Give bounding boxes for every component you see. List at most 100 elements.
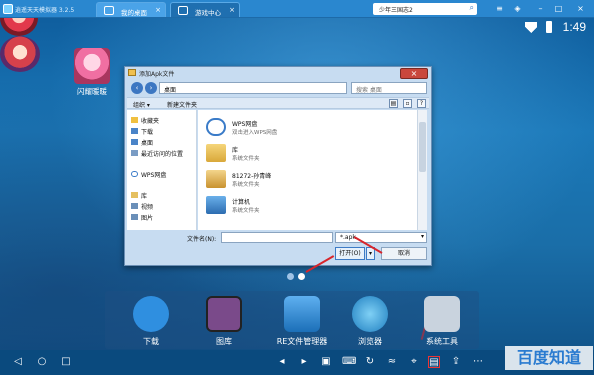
nav-videos[interactable]: 视频 — [131, 202, 153, 211]
organize-menu[interactable]: 组织 ▾ — [133, 100, 150, 109]
cancel-button[interactable]: 取消 — [381, 247, 427, 260]
page-indicator-dot[interactable] — [287, 273, 294, 280]
gallery-icon — [206, 296, 242, 332]
nav-wps-cloud[interactable]: WPS网盘 — [131, 170, 166, 179]
cloud-icon — [206, 118, 226, 136]
nav-downloads[interactable]: 下载 — [131, 127, 153, 136]
tab-close-icon[interactable]: × — [229, 6, 235, 14]
nav-label: 下载 — [141, 129, 154, 136]
tab-label: 我的桌面 — [121, 9, 147, 17]
recent-apps-icon[interactable]: □ — [60, 356, 72, 368]
dialog-navigation-pane: 收藏夹 下载 桌面 最近访问的位置 WPS网盘 库 视频 图片 — [127, 110, 197, 230]
file-item-user-folder[interactable]: 81272-孙青峰 系统文件夹 — [206, 168, 406, 192]
file-description: 系统文件夹 — [232, 208, 260, 214]
volume-up-icon[interactable]: ▸ — [298, 356, 310, 368]
dialog-close-button[interactable]: × — [400, 68, 428, 79]
scrollbar-thumb[interactable] — [419, 122, 426, 172]
dock-app-browser[interactable]: 浏览器 — [340, 296, 400, 347]
forward-arrow-icon[interactable]: › — [145, 82, 157, 94]
re-file-manager-icon — [284, 296, 320, 332]
filename-label: 文件名(N): — [187, 236, 217, 243]
keyboard-icon[interactable]: ⌨ — [342, 356, 356, 368]
nav-label: 库 — [141, 193, 148, 200]
file-name: 库 — [232, 147, 239, 154]
dock-app-download[interactable]: 下载 — [121, 296, 181, 347]
back-icon[interactable]: ◁ — [12, 356, 24, 368]
tab-my-desktop[interactable]: 我的桌面 × — [96, 2, 166, 17]
address-bar[interactable]: 桌面 — [159, 82, 347, 94]
page-indicator-dot-active[interactable] — [298, 273, 305, 280]
maximize-button[interactable]: □ — [553, 3, 564, 14]
share-folder-icon[interactable]: ⇪ — [450, 356, 462, 368]
file-item-wps-cloud[interactable]: WPS网盘 双击进入WPS网盘 — [206, 116, 406, 140]
video-library-icon — [131, 203, 138, 209]
apk-install-icon[interactable]: ▤ — [428, 356, 440, 368]
app-label: 下载 — [143, 337, 159, 346]
nav-label: 视频 — [141, 204, 154, 211]
location-icon[interactable]: ⌖ — [408, 356, 420, 368]
shake-icon[interactable]: ≈ — [386, 356, 398, 368]
dock-app-re-file-manager[interactable]: RE文件管理器 — [267, 296, 337, 347]
nav-label: 最近访问的位置 — [141, 151, 184, 158]
nav-pictures[interactable]: 图片 — [131, 213, 153, 222]
download-icon — [133, 296, 169, 332]
minimize-button[interactable]: – — [535, 3, 546, 14]
file-item-libraries[interactable]: 库 系统文件夹 — [206, 142, 406, 166]
more-icon[interactable]: ⋯ — [472, 356, 484, 368]
file-type-select[interactable]: *.apk ▾ — [335, 232, 427, 243]
baidu-zhidao-watermark: 百度知道 — [505, 346, 593, 370]
user-folder-icon — [206, 170, 226, 188]
library-icon — [131, 192, 138, 198]
dock-app-gallery[interactable]: 图库 — [194, 296, 254, 347]
app-shining-nikki[interactable]: 闪耀暖暖 — [72, 48, 112, 97]
dialog-search-placeholder: 搜索 桌面 — [356, 87, 382, 94]
browser-icon — [352, 296, 388, 332]
home-icon[interactable]: ○ — [36, 356, 48, 368]
wifi-icon — [525, 22, 537, 33]
file-item-computer[interactable]: 计算机 系统文件夹 — [206, 194, 406, 218]
computer-icon — [206, 196, 226, 214]
nav-desktop[interactable]: 桌面 — [131, 138, 153, 147]
nav-libraries[interactable]: 库 — [131, 191, 147, 200]
preview-pane-icon[interactable]: ▫ — [403, 99, 412, 108]
emulator-search-input[interactable]: 少年三国志2 ⌕ — [373, 3, 477, 15]
app-label: 闪耀暖暖 — [77, 87, 107, 96]
close-button[interactable]: × — [575, 3, 586, 14]
new-folder-button[interactable]: 新建文件夹 — [167, 100, 197, 109]
skin-icon[interactable]: ◈ — [512, 3, 523, 14]
nav-label: 收藏夹 — [141, 118, 160, 125]
file-name: WPS网盘 — [232, 121, 258, 128]
star-icon — [131, 117, 138, 123]
emulator-titlebar: 逍遥天天模拟器 3.2.5 我的桌面 × 游戏中心 × 少年三国志2 ⌕ ≡ ◈… — [0, 0, 594, 18]
open-button[interactable]: 打开(O) — [335, 247, 365, 260]
status-time: 1:49 — [562, 20, 586, 34]
gamepad-icon — [178, 6, 188, 15]
shining-nikki-icon — [74, 48, 110, 84]
view-options-icon[interactable]: ▤ — [389, 99, 398, 108]
emulator-title: 逍遥天天模拟器 3.2.5 — [15, 7, 75, 14]
picture-library-icon — [131, 214, 138, 220]
system-tools-folder-icon — [424, 296, 460, 332]
nav-label: 图片 — [141, 215, 154, 222]
back-arrow-icon[interactable]: ‹ — [131, 82, 143, 94]
nav-favorites[interactable]: 收藏夹 — [131, 116, 159, 125]
file-list: WPS网盘 双击进入WPS网盘 库 系统文件夹 81272-孙青峰 系统文件夹 … — [198, 110, 417, 230]
nav-recent-places[interactable]: 最近访问的位置 — [131, 149, 183, 158]
tab-game-center[interactable]: 游戏中心 × — [170, 2, 240, 17]
filename-input[interactable] — [221, 232, 333, 243]
rotate-icon[interactable]: ↻ — [364, 356, 376, 368]
folder-icon — [128, 69, 136, 76]
search-icon[interactable]: ⌕ — [470, 3, 474, 13]
volume-down-icon[interactable]: ◂ — [276, 356, 288, 368]
android-status-bar: 1:49 — [0, 18, 594, 38]
menu-icon[interactable]: ≡ — [494, 3, 505, 14]
library-folder-icon — [206, 144, 226, 162]
tab-label: 游戏中心 — [195, 9, 221, 17]
help-icon[interactable]: ? — [417, 99, 426, 108]
dialog-search-input[interactable]: 搜索 桌面 — [351, 82, 427, 94]
dock-app-system-tools[interactable]: 系统工具 — [412, 296, 472, 347]
dialog-navigation: ‹ › 桌面 搜索 桌面 — [129, 81, 427, 95]
screenshot-icon[interactable]: ▣ — [320, 356, 332, 368]
file-list-scrollbar[interactable] — [417, 110, 427, 230]
tab-close-icon[interactable]: × — [155, 6, 161, 14]
